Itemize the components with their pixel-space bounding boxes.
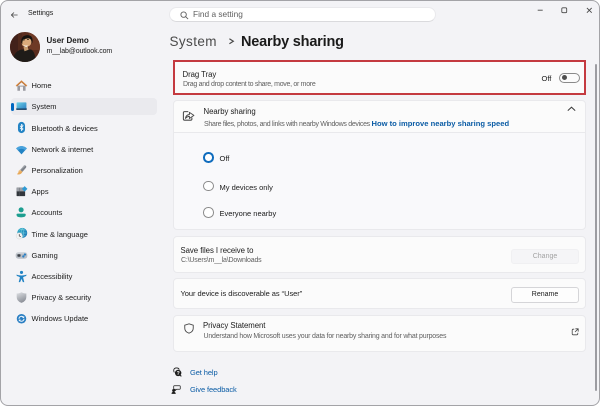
svg-text:?: ? xyxy=(177,370,180,376)
